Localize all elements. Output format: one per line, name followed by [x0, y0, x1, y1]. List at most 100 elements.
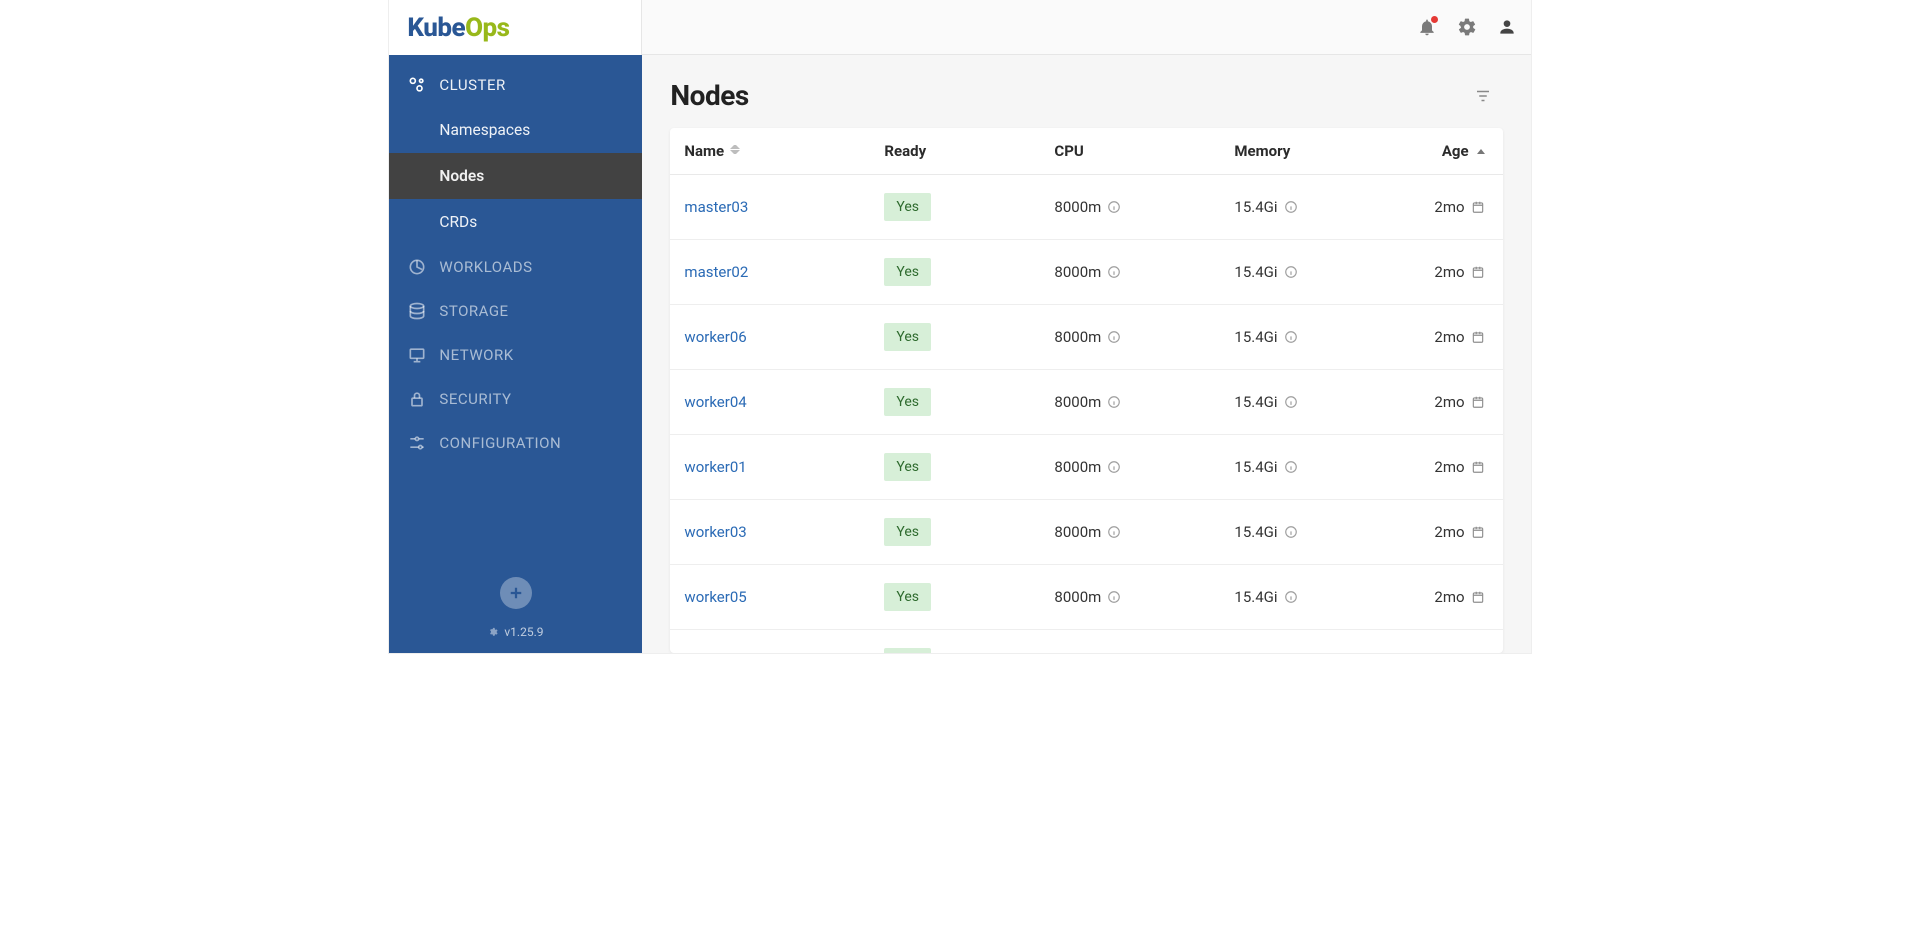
calendar-icon: [1471, 460, 1485, 474]
cell-cpu: 8000m: [1040, 435, 1220, 500]
nodes-table-card: Name Ready CPU Memory Age master03Yes800…: [670, 128, 1502, 653]
cell-name: master02: [670, 240, 870, 305]
col-name[interactable]: Name: [670, 128, 870, 175]
calendar-icon: [1471, 590, 1485, 604]
cpu-value: 8000m: [1054, 393, 1101, 411]
sidebar-section-label: CLUSTER: [439, 76, 505, 94]
sidebar-section-workloads[interactable]: WORKLOADS: [389, 245, 642, 289]
plus-icon: [507, 584, 525, 602]
info-icon: [1107, 590, 1121, 604]
cell-ready: Yes: [870, 240, 1040, 305]
node-link[interactable]: worker03: [684, 523, 746, 541]
sidebar-section-label: CONFIGURATION: [439, 434, 561, 452]
cell-name: worker01: [670, 435, 870, 500]
gear-icon: [1457, 17, 1477, 37]
node-link[interactable]: worker05: [684, 588, 746, 606]
ready-badge: Yes: [884, 453, 931, 481]
sidebar-item-nodes[interactable]: Nodes: [389, 153, 642, 199]
info-icon: [1284, 590, 1298, 604]
calendar-icon: [1471, 330, 1485, 344]
sidebar-item-label: CRDs: [439, 213, 477, 231]
sidebar-section-label: NETWORK: [439, 346, 513, 364]
info-icon: [1284, 265, 1298, 279]
cell-age: 2mo: [1420, 565, 1502, 630]
col-age[interactable]: Age: [1420, 128, 1502, 175]
cell-memory: 15.4Gi: [1220, 305, 1420, 370]
cpu-value: 8000m: [1054, 588, 1101, 606]
col-ready[interactable]: Ready: [870, 128, 1040, 175]
cluster-icon: [407, 75, 427, 95]
memory-value: 15.4Gi: [1234, 198, 1277, 216]
col-name-label: Name: [684, 142, 724, 160]
sidebar-nav: CLUSTER Namespaces Nodes CRDs WORKLOADS …: [389, 55, 642, 577]
user-icon: [1497, 17, 1517, 37]
memory-value: 15.4Gi: [1234, 523, 1277, 541]
cell-age: 2mo: [1420, 435, 1502, 500]
age-value: 2mo: [1434, 198, 1464, 216]
sidebar-section-storage[interactable]: STORAGE: [389, 289, 642, 333]
cell-name: worker05: [670, 565, 870, 630]
memory-value: 15.4Gi: [1234, 588, 1277, 606]
ready-badge: Yes: [884, 323, 931, 351]
filter-icon: [1474, 87, 1492, 105]
sidebar-section-cluster[interactable]: CLUSTER: [389, 63, 642, 107]
settings-button[interactable]: [1455, 15, 1479, 39]
cell-cpu: 8000m: [1040, 240, 1220, 305]
cell-memory: 15.4Gi: [1220, 565, 1420, 630]
cell-memory: 15.4Gi: [1220, 370, 1420, 435]
cell-ready: Yes: [870, 500, 1040, 565]
cell-cpu: 8000m: [1040, 305, 1220, 370]
cell-name: worker06: [670, 305, 870, 370]
notifications-button[interactable]: [1415, 15, 1439, 39]
cell-age: 2mo: [1420, 370, 1502, 435]
col-memory[interactable]: Memory: [1220, 128, 1420, 175]
memory-value: 15.4Gi: [1234, 458, 1277, 476]
age-value: 2mo: [1434, 588, 1464, 606]
cell-ready: Yes: [870, 370, 1040, 435]
topbar: [642, 0, 1530, 55]
info-icon: [1107, 395, 1121, 409]
node-link[interactable]: master02: [684, 263, 748, 281]
info-icon: [1107, 525, 1121, 539]
cell-memory: 15.4Gi: [1220, 630, 1420, 653]
cell-ready: Yes: [870, 565, 1040, 630]
info-icon: [1107, 265, 1121, 279]
node-link[interactable]: master03: [684, 198, 748, 216]
col-cpu[interactable]: CPU: [1040, 128, 1220, 175]
info-icon: [1107, 200, 1121, 214]
sort-up-icon: [1477, 149, 1485, 154]
profile-button[interactable]: [1495, 15, 1519, 39]
sidebar-section-label: SECURITY: [439, 390, 511, 408]
cpu-value: 8000m: [1054, 198, 1101, 216]
node-link[interactable]: worker06: [684, 328, 746, 346]
sidebar-item-crds[interactable]: CRDs: [389, 199, 642, 245]
ready-badge: Yes: [884, 193, 931, 221]
cell-cpu: 8000m: [1040, 565, 1220, 630]
ready-badge: Yes: [884, 388, 931, 416]
cell-ready: Yes: [870, 305, 1040, 370]
node-link[interactable]: worker01: [684, 458, 746, 476]
cell-ready: Yes: [870, 435, 1040, 500]
node-link[interactable]: worker04: [684, 393, 746, 411]
cell-memory: 15.4Gi: [1220, 175, 1420, 240]
main: Nodes Name Ready CPU Memory Age: [642, 0, 1530, 653]
info-icon: [1107, 460, 1121, 474]
sidebar-item-namespaces[interactable]: Namespaces: [389, 107, 642, 153]
age-value: 2mo: [1434, 328, 1464, 346]
ready-badge: Yes: [884, 518, 931, 546]
col-memory-label: Memory: [1234, 142, 1290, 160]
sidebar-section-configuration[interactable]: CONFIGURATION: [389, 421, 642, 465]
age-value: 2mo: [1434, 393, 1464, 411]
storage-icon: [407, 301, 427, 321]
sidebar-section-security[interactable]: SECURITY: [389, 377, 642, 421]
sidebar-section-network[interactable]: NETWORK: [389, 333, 642, 377]
calendar-icon: [1471, 200, 1485, 214]
cell-name: master03: [670, 175, 870, 240]
version-text: v1.25.9: [504, 625, 543, 639]
logo-ops: Ops: [465, 13, 509, 43]
logo[interactable]: KubeOps: [389, 0, 642, 55]
add-button[interactable]: [500, 577, 532, 609]
filter-button[interactable]: [1469, 82, 1497, 110]
cell-age: 2mo: [1420, 175, 1502, 240]
cell-cpu: 8000m: [1040, 370, 1220, 435]
